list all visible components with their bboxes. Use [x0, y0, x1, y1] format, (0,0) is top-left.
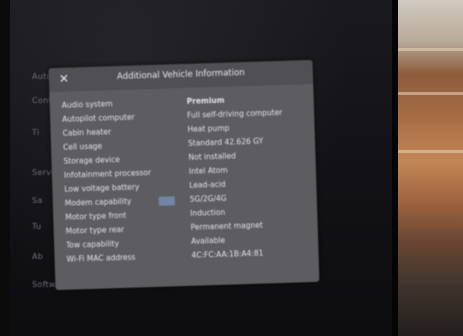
info-value: Intel Atom	[188, 165, 228, 176]
background-menu-item: Tu	[32, 222, 42, 231]
stitching-line	[398, 150, 463, 153]
info-value: Heat pump	[187, 123, 230, 134]
info-label: Motor type rear	[65, 224, 125, 236]
info-label: Autopilot computer	[62, 112, 135, 124]
cabin-background-photo	[398, 0, 463, 336]
info-value: 5G/2G/4G	[189, 193, 227, 204]
info-list: Audio system Premium Autopilot computer …	[62, 93, 312, 269]
info-label: Storage device	[63, 155, 120, 166]
info-value: Induction	[190, 207, 226, 218]
info-value: Full self-driving computer	[186, 107, 283, 120]
text-selection-highlight	[158, 196, 175, 206]
info-label: Tow capability	[66, 239, 120, 250]
background-menu-item: Ti	[32, 128, 40, 137]
info-value: 4C:FC:AA:1B:A4:81	[191, 248, 264, 260]
info-label: Low voltage battery	[64, 182, 140, 194]
info-label: Cabin heater	[62, 127, 112, 138]
stitching-line	[398, 48, 463, 51]
info-label: Modem capability	[64, 196, 132, 208]
info-label: Motor type front	[65, 210, 127, 222]
background-menu-item: Ab	[32, 252, 44, 261]
info-value: Lead-acid	[189, 179, 226, 190]
dialog-title: Additional Vehicle Information	[116, 68, 245, 83]
info-label: Cell usage	[62, 141, 103, 152]
info-label: Audio system	[61, 99, 113, 110]
additional-vehicle-info-dialog: ✕ Additional Vehicle Information Audio s…	[48, 59, 320, 291]
info-value: Permanent magnet	[190, 220, 263, 232]
info-label: Infotainment processor	[63, 168, 152, 180]
stitching-line	[398, 92, 463, 95]
info-value: Premium	[186, 95, 225, 106]
info-value: Not installed	[188, 151, 236, 162]
background-menu-item: Sa	[32, 196, 43, 205]
info-value: Standard 42.626 GY	[187, 136, 264, 148]
info-value: Available	[190, 235, 226, 246]
info-label: Wi-Fi MAC address	[66, 252, 136, 264]
